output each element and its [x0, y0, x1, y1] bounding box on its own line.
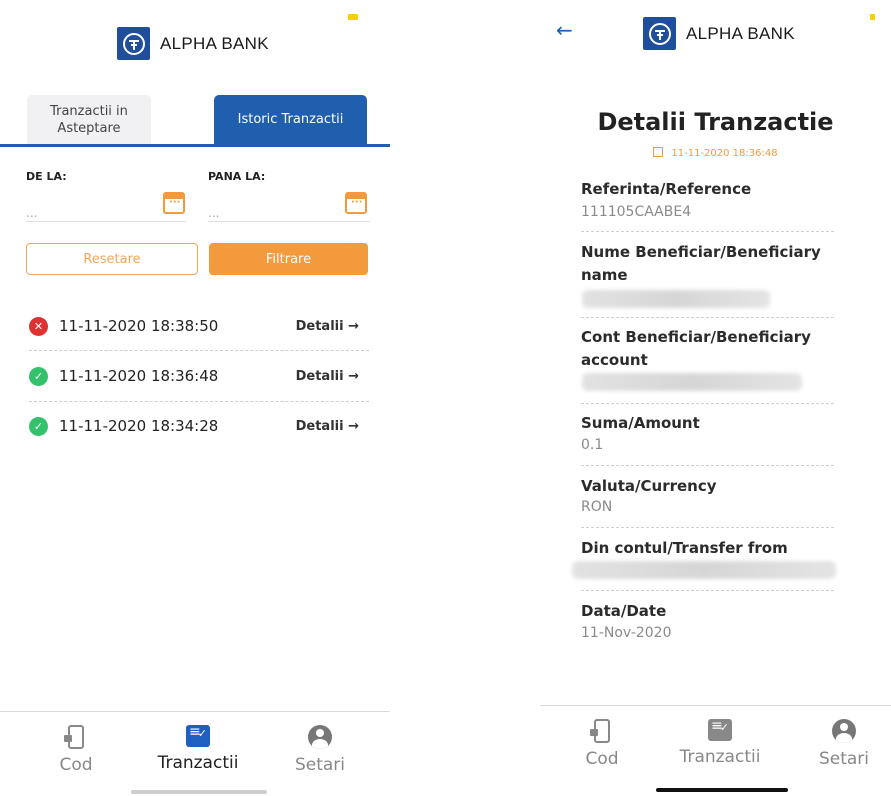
- nav-label: Setari: [294, 755, 346, 775]
- transaction-datetime: 11-11-2020 18:38:50: [59, 317, 219, 335]
- redacted-value: [582, 290, 770, 308]
- from-date-field[interactable]: ...: [26, 192, 186, 222]
- field-label: Valuta/Currency: [581, 477, 717, 495]
- divider: [581, 317, 834, 318]
- nav-label: Cod: [59, 755, 93, 775]
- home-indicator: [656, 788, 788, 792]
- phone-lock-icon: [590, 719, 610, 743]
- bank-logo: ALPHA BANK: [643, 17, 795, 50]
- tab-pending-transactions[interactable]: Tranzactii in Asteptare: [27, 95, 151, 144]
- nav-item-tranzactii[interactable]: Tranzactii: [148, 724, 248, 773]
- tab-bar: Tranzactii in Asteptare Istoric Tranzact…: [0, 95, 390, 147]
- filter-button[interactable]: Filtrare: [209, 243, 368, 275]
- nav-item-cod[interactable]: Cod: [40, 725, 112, 775]
- bottom-navigation: Cod Tranzactii Setari: [0, 711, 390, 796]
- battery-indicator-icon: [870, 14, 875, 20]
- divider: [581, 231, 834, 232]
- field-label: Nume Beneficiar/Beneficiary name: [581, 243, 821, 284]
- transactions-icon: [708, 718, 732, 741]
- field-label: Din contul/Transfer from: [581, 539, 788, 557]
- nav-item-setari[interactable]: Setari: [284, 725, 356, 775]
- battery-indicator-icon: [348, 14, 358, 20]
- field-value: 111105CAABE4: [581, 204, 692, 220]
- tab-transaction-history[interactable]: Istoric Tranzactii: [214, 95, 367, 144]
- nav-item-setari[interactable]: Setari: [808, 719, 880, 769]
- from-date-label: DE LA:: [26, 170, 67, 183]
- transaction-row[interactable]: ✓ 11-11-2020 18:36:48 Detalii →: [29, 362, 369, 390]
- divider: [29, 350, 369, 351]
- transaction-datetime: 11-11-2020 18:36:48: [59, 367, 219, 385]
- user-icon: [832, 719, 856, 743]
- transaction-details-screen: ← ALPHA BANK Detalii Tranzactie 11-11-20…: [540, 0, 891, 796]
- reset-button[interactable]: Resetare: [26, 243, 198, 275]
- field-value: 11-Nov-2020: [581, 625, 672, 641]
- home-indicator: [131, 790, 267, 794]
- calendar-icon[interactable]: [345, 192, 367, 214]
- field-value: 0.1: [581, 437, 604, 453]
- back-arrow-icon[interactable]: ←: [556, 18, 573, 42]
- timestamp-text: 11-11-2020 18:36:48: [671, 148, 778, 159]
- page-title: Detalii Tranzactie: [597, 108, 834, 136]
- from-date-placeholder: ...: [26, 206, 38, 220]
- bank-name: ALPHA BANK: [686, 23, 795, 43]
- bottom-navigation: Cod Tranzactii Setari: [540, 705, 891, 796]
- bank-name: ALPHA BANK: [160, 33, 269, 53]
- transaction-row[interactable]: ✓ 11-11-2020 18:34:28 Detalii →: [29, 412, 369, 440]
- divider: [581, 527, 834, 528]
- transaction-row[interactable]: ✕ 11-11-2020 18:38:50 Detalii →: [29, 312, 369, 340]
- transaction-datetime: 11-11-2020 18:34:28: [59, 417, 219, 435]
- phone-lock-icon: [64, 725, 84, 749]
- user-icon: [308, 725, 332, 749]
- details-link[interactable]: Detalii →: [296, 319, 359, 334]
- nav-item-cod[interactable]: Cod: [566, 719, 638, 769]
- nav-label: Cod: [585, 749, 619, 769]
- transactions-icon: [186, 724, 210, 747]
- details-link[interactable]: Detalii →: [296, 369, 359, 384]
- to-date-label: PANA LA:: [208, 170, 266, 183]
- field-label: Suma/Amount: [581, 414, 700, 432]
- divider: [581, 590, 834, 591]
- field-value: RON: [581, 499, 613, 515]
- transactions-screen: ALPHA BANK Tranzactii in Asteptare Istor…: [0, 0, 390, 796]
- transaction-timestamp: 11-11-2020 18:36:48: [540, 147, 891, 159]
- alpha-bank-logo-icon: [117, 27, 150, 60]
- divider: [29, 401, 369, 402]
- success-status-icon: ✓: [29, 416, 48, 436]
- calendar-icon: [653, 147, 664, 157]
- field-label: Referinta/Reference: [581, 180, 752, 198]
- to-date-field[interactable]: ...: [208, 192, 370, 222]
- failed-status-icon: ✕: [29, 316, 48, 336]
- nav-label: Tranzactii: [679, 747, 761, 767]
- bank-logo: ALPHA BANK: [117, 27, 269, 60]
- details-link[interactable]: Detalii →: [296, 419, 359, 434]
- calendar-icon[interactable]: [163, 192, 185, 214]
- field-label: Cont Beneficiar/Beneficiary account: [581, 328, 811, 369]
- redacted-value: [582, 373, 802, 391]
- nav-item-tranzactii[interactable]: Tranzactii: [670, 718, 770, 767]
- alpha-bank-logo-icon: [643, 17, 676, 50]
- field-label: Data/Date: [581, 602, 667, 620]
- divider: [581, 465, 834, 466]
- divider: [581, 403, 834, 404]
- redacted-value: [572, 561, 836, 579]
- success-status-icon: ✓: [29, 366, 48, 386]
- nav-label: Tranzactii: [157, 753, 239, 773]
- to-date-placeholder: ...: [208, 206, 220, 220]
- nav-label: Setari: [818, 749, 870, 769]
